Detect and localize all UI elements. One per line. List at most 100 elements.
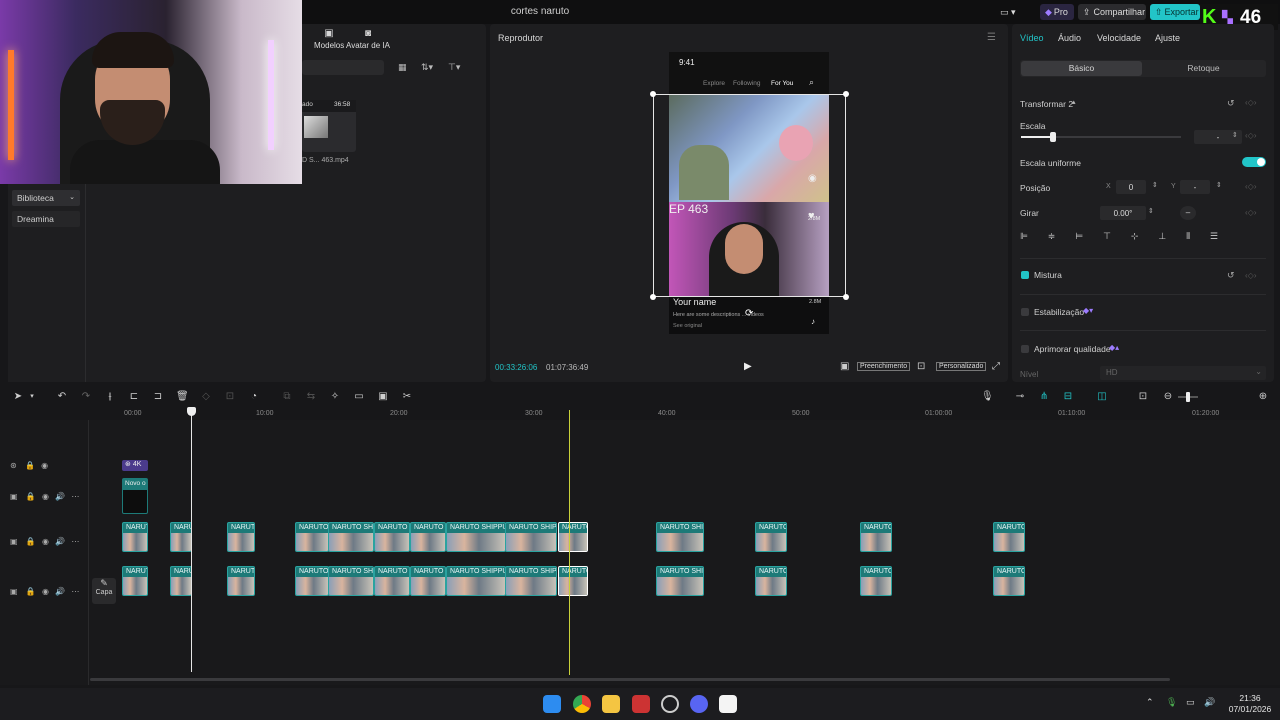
mic-tray-icon[interactable]: 🎙 <box>1166 697 1177 708</box>
keyframe-icon[interactable]: ‹◇› <box>1245 131 1256 140</box>
main-track-clip[interactable]: NARUTO <box>558 566 588 596</box>
more-icon[interactable]: ⋯ <box>71 537 79 546</box>
lock-icon[interactable]: 🔒 <box>26 587 36 596</box>
play-button[interactable]: ▶ <box>744 361 752 372</box>
eye-icon[interactable]: ◉ <box>42 492 49 501</box>
freeze-icon[interactable]: ▣ <box>377 391 389 403</box>
main-track-clip[interactable]: NARUTO S <box>860 566 892 596</box>
video-track-clip[interactable]: NARUTO <box>122 522 148 552</box>
enhance-label[interactable]: Aprimorar qualidade <box>1034 344 1111 354</box>
video-track-clip[interactable]: NARUTO SHIPPUD <box>446 522 506 552</box>
tab-adjust[interactable]: Ajuste <box>1155 33 1180 43</box>
video-track-clip[interactable]: NARUTO SHIPI <box>656 522 704 552</box>
sort-icon[interactable]: ⇅▾ <box>421 62 433 73</box>
segment-retouch[interactable]: Retoque <box>1143 61 1264 76</box>
main-track-clip[interactable]: NARUTO SHIP <box>328 566 374 596</box>
reverse-icon[interactable]: ⇆ <box>305 391 317 403</box>
magnet-icon[interactable]: ⋔ <box>1038 391 1050 403</box>
align-bottom-icon[interactable]: ⊥ <box>1158 231 1166 246</box>
video-track-clip[interactable]: NARUTO <box>993 522 1025 552</box>
video-track-clip[interactable]: NARUTO <box>227 522 255 552</box>
position-x-input[interactable]: 0 <box>1116 180 1146 194</box>
magic-icon[interactable]: ✧ <box>329 391 341 403</box>
media-search-input[interactable] <box>302 60 384 75</box>
sticker-clip[interactable]: ⊛ 4K <box>122 460 148 471</box>
subtitle-icon[interactable]: ▭ <box>353 391 365 403</box>
crop-icon[interactable]: ⊡ <box>224 391 236 403</box>
resize-handle-tl[interactable] <box>650 91 656 97</box>
tab-audio[interactable]: Áudio <box>1058 33 1081 43</box>
lock-icon[interactable]: 🔒 <box>25 461 35 470</box>
link-icon[interactable]: ⊸ <box>1014 391 1026 403</box>
video-track-clip[interactable]: NARUTO S <box>410 522 446 552</box>
stabilize-checkbox[interactable] <box>1021 308 1029 316</box>
main-track-clip[interactable]: NARUTO SHIPI <box>656 566 704 596</box>
delete-icon[interactable]: 🗑 <box>176 391 189 403</box>
chevron-down-icon[interactable]: ▾ <box>26 391 38 403</box>
sidebar-item-dreamina[interactable]: Dreamina <box>12 211 80 227</box>
cover-button[interactable]: ✎ Capa <box>92 578 116 604</box>
resize-handle-tr[interactable] <box>843 91 849 97</box>
player-menu-icon[interactable]: ☰ <box>987 32 996 43</box>
discord-icon[interactable] <box>690 695 708 713</box>
main-track-clip[interactable]: NARUT <box>170 566 192 596</box>
crop-icon[interactable]: ⊡ <box>917 361 925 372</box>
video-track-clip[interactable]: NARUTO S <box>374 522 410 552</box>
stepper-icon[interactable]: ⇕ <box>1232 131 1238 139</box>
media-thumbnail[interactable]: ado 36:58 <box>302 100 356 152</box>
rotate-dial[interactable]: – <box>1180 206 1196 220</box>
redo-icon[interactable]: ↷ <box>80 391 92 403</box>
distribute-h-icon[interactable]: ⫴ <box>1186 231 1190 246</box>
transform-selection-box[interactable] <box>653 94 846 297</box>
eye-icon[interactable]: ◉ <box>42 537 49 546</box>
microphone-icon[interactable]: 🎙 <box>981 391 994 403</box>
video-track-clip[interactable]: NARUTO <box>755 522 787 552</box>
reset-icon[interactable]: ↺ <box>1227 270 1235 281</box>
uniform-scale-toggle[interactable] <box>1242 157 1266 167</box>
transform-label[interactable]: Transformar 2 <box>1020 99 1073 109</box>
enhance-checkbox[interactable] <box>1021 345 1029 353</box>
undo-icon[interactable]: ↶ <box>56 391 68 403</box>
main-track-clip[interactable]: NARUTO SHIPPUD <box>446 566 506 596</box>
select-tool-icon[interactable]: ➤ <box>12 391 24 403</box>
playhead-handle[interactable] <box>187 407 196 416</box>
zoom-slider-thumb[interactable] <box>1186 392 1190 402</box>
capcut-icon[interactable] <box>719 695 737 713</box>
resize-handle-bl[interactable] <box>650 294 656 300</box>
keyframe-icon[interactable]: ‹◇› <box>1245 208 1256 217</box>
stabilize-label[interactable]: Estabilização <box>1034 307 1084 317</box>
eye-icon[interactable]: ◉ <box>41 461 48 470</box>
volume-icon[interactable]: 🔊 <box>55 537 65 546</box>
shield-icon[interactable]: ◇ <box>200 391 212 403</box>
chevron-up-icon[interactable]: ⌃ <box>1146 697 1154 708</box>
overlay-clip[interactable]: Novo o <box>122 478 148 514</box>
video-track-clip[interactable]: NARUTO SHIP <box>328 522 374 552</box>
video-track-clip[interactable]: NARUT <box>170 522 192 552</box>
video-track-clip[interactable]: NARUTO S <box>860 522 892 552</box>
filter-icon[interactable]: ⊤▾ <box>448 62 460 73</box>
main-track-clip[interactable]: NARUTO S <box>374 566 410 596</box>
fill-button[interactable]: Preenchimento <box>857 362 911 371</box>
main-track-clip[interactable]: NARUTO SHIPP <box>505 566 557 596</box>
taskbar-clock[interactable]: 21:36 07/01/2026 <box>1226 693 1274 715</box>
align-right-icon[interactable]: ⊨ <box>1075 231 1083 246</box>
timeline-scrollbar[interactable] <box>90 678 1170 681</box>
share-button[interactable]: ⇪ Compartilhar <box>1078 4 1146 20</box>
grid-view-icon[interactable]: ▦ <box>398 62 407 73</box>
more-icon[interactable]: ⋯ <box>71 492 79 501</box>
sidebar-item-library[interactable]: Biblioteca ⌄ <box>12 190 80 206</box>
volume-icon[interactable]: 🔊 <box>55 492 65 501</box>
mirror-icon[interactable]: ⧉ <box>281 391 293 403</box>
tab-speed[interactable]: Velocidade <box>1097 33 1141 43</box>
speed-icon[interactable]: ◔ <box>248 391 260 403</box>
main-track-clip[interactable]: NARUTO <box>122 566 148 596</box>
main-track-clip[interactable]: NARUTO <box>227 566 255 596</box>
lock-icon[interactable]: 🔒 <box>26 537 36 546</box>
split-right-icon[interactable]: ⊐ <box>152 391 164 403</box>
custom-ratio-button[interactable]: Personalizado <box>936 362 987 371</box>
position-y-input[interactable]: - <box>1180 180 1210 194</box>
more-icon[interactable]: ⋯ <box>71 587 79 596</box>
pro-button[interactable]: ◆ Pro <box>1040 4 1074 20</box>
split-icon[interactable]: ⫲ <box>104 391 116 403</box>
stepper-icon[interactable]: ⇕ <box>1148 207 1154 215</box>
